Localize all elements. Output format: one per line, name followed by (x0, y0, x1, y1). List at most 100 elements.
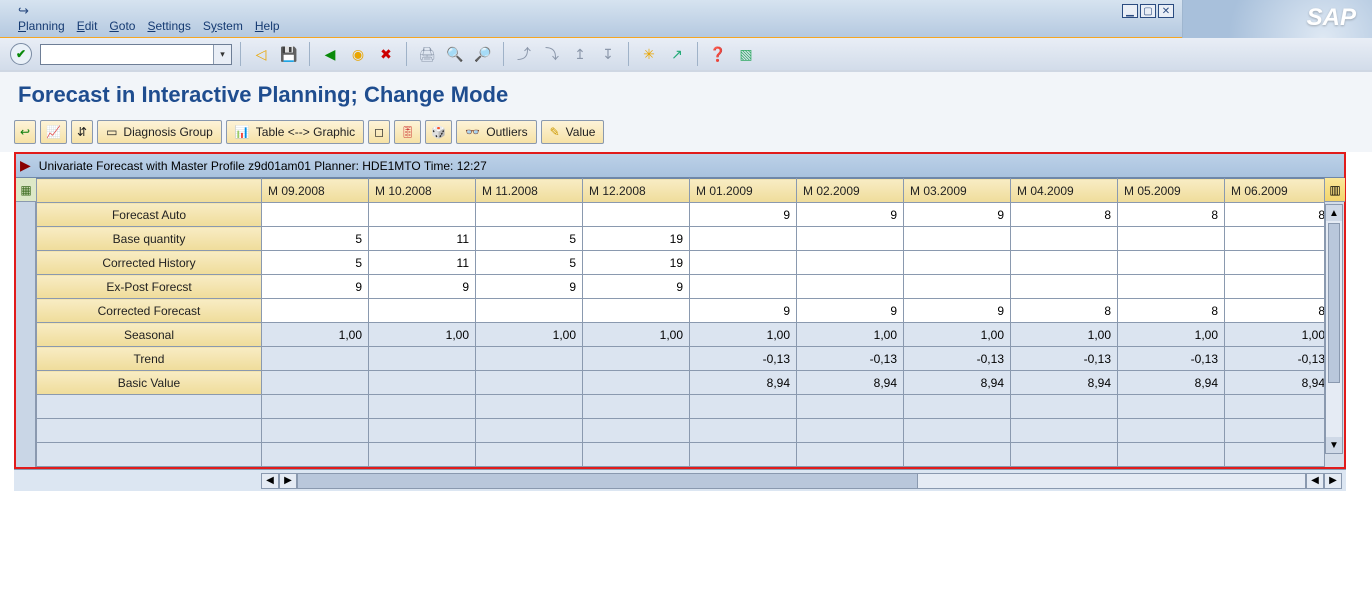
grid-cell[interactable]: 5 (476, 251, 583, 275)
row-header[interactable]: Trend (37, 347, 262, 371)
maximize-button[interactable]: ▢ (1140, 4, 1156, 18)
menu-planning[interactable]: Planning (18, 19, 65, 33)
row-header[interactable]: Seasonal (37, 323, 262, 347)
menu-system[interactable]: System (203, 19, 243, 33)
grid-cell[interactable] (797, 251, 904, 275)
value-button[interactable]: ✎ Value (541, 120, 605, 144)
grid-cell[interactable] (262, 371, 369, 395)
grid-cell[interactable]: 8 (1118, 299, 1225, 323)
close-button[interactable]: ✕ (1158, 4, 1174, 18)
nav-exit-icon[interactable]: ◉ (346, 43, 370, 65)
grid-cell[interactable] (797, 227, 904, 251)
grid-cell[interactable]: -0,13 (690, 347, 797, 371)
grid-cell[interactable] (476, 347, 583, 371)
grid-cell[interactable]: 8 (1011, 299, 1118, 323)
col-1[interactable]: M 10.2008 (369, 179, 476, 203)
grid-cell[interactable]: 9 (690, 299, 797, 323)
grid-cell[interactable]: 1,00 (1011, 323, 1118, 347)
grid-cell[interactable]: 1,00 (262, 323, 369, 347)
menu-settings[interactable]: Settings (147, 19, 190, 33)
grid-cell[interactable] (476, 203, 583, 227)
col-6[interactable]: M 03.2009 (904, 179, 1011, 203)
minimize-button[interactable]: ▁ (1122, 4, 1138, 18)
grid-cell[interactable]: -0,13 (797, 347, 904, 371)
outliers-button[interactable]: 👓 Outliers (456, 120, 536, 144)
nav-back-icon[interactable]: ◀ (318, 43, 342, 65)
grid-cell[interactable]: 9 (583, 275, 690, 299)
grid-cell[interactable]: 8,94 (1118, 371, 1225, 395)
grid-cell[interactable] (1011, 227, 1118, 251)
grid-cell[interactable] (1118, 251, 1225, 275)
select-all-button[interactable]: ▦ (16, 178, 36, 202)
grid-cell[interactable]: 19 (583, 227, 690, 251)
scroll-down-button[interactable]: ▼ (1326, 437, 1342, 453)
grid-cell[interactable]: 8 (1011, 203, 1118, 227)
command-field[interactable]: ▾ (40, 44, 232, 65)
menu-edit[interactable]: Edit (77, 19, 98, 33)
save-icon[interactable]: 💾 (277, 43, 301, 65)
grid-cell[interactable]: 1,00 (476, 323, 583, 347)
grid-cell[interactable] (583, 203, 690, 227)
params-button[interactable]: 🎚 (394, 120, 421, 144)
back-icon[interactable]: ◁ (249, 43, 273, 65)
grid-cell[interactable] (369, 299, 476, 323)
col-8[interactable]: M 05.2009 (1118, 179, 1225, 203)
grid-cell[interactable] (690, 251, 797, 275)
grid-cell[interactable]: -0,13 (1118, 347, 1225, 371)
grid-cell[interactable]: 1,00 (583, 323, 690, 347)
grid-cell[interactable]: 1,00 (904, 323, 1011, 347)
grid-cell[interactable]: 8 (1225, 299, 1325, 323)
grid-cell[interactable]: 11 (369, 227, 476, 251)
small-square-button[interactable]: ◻ (368, 120, 390, 144)
grid-cell[interactable]: 8,94 (904, 371, 1011, 395)
hscroll-thumb[interactable] (298, 474, 918, 488)
vertical-scrollbar[interactable]: ▲ ▼ (1325, 204, 1343, 454)
grid-cell[interactable]: 9 (904, 299, 1011, 323)
grid-cell[interactable] (1225, 275, 1325, 299)
grid-cell[interactable] (690, 275, 797, 299)
grid-cell[interactable]: 9 (369, 275, 476, 299)
diagnosis-button[interactable]: ▭ Diagnosis Group (97, 120, 222, 144)
grid-cell[interactable]: 9 (690, 203, 797, 227)
window-control-icon[interactable]: ↪ (18, 3, 29, 19)
table-graphic-button[interactable]: 📊 Table <--> Graphic (226, 120, 364, 144)
grid-cell[interactable] (904, 251, 1011, 275)
grid-cell[interactable]: -0,13 (1011, 347, 1118, 371)
menu-help[interactable]: Help (255, 19, 280, 33)
row-header[interactable]: Corrected Forecast (37, 299, 262, 323)
grid-cell[interactable]: 8 (1118, 203, 1225, 227)
col-7[interactable]: M 04.2009 (1011, 179, 1118, 203)
row-header[interactable]: Ex-Post Forecst (37, 275, 262, 299)
rowheader-blank[interactable] (37, 179, 262, 203)
help-icon[interactable]: ❓ (706, 43, 730, 65)
grid-cell[interactable]: 8 (1225, 203, 1325, 227)
row-header[interactable]: Basic Value (37, 371, 262, 395)
grid-cell[interactable]: 8,94 (1225, 371, 1325, 395)
grid-cell[interactable]: 1,00 (690, 323, 797, 347)
grid-cell[interactable]: 9 (476, 275, 583, 299)
grid-cell[interactable] (1011, 275, 1118, 299)
hscroll-left-fast[interactable]: ◀ (261, 473, 279, 489)
grid-cell[interactable]: -0,13 (904, 347, 1011, 371)
grid-cell[interactable]: 9 (797, 299, 904, 323)
dice-button[interactable]: 🎲 (425, 120, 452, 144)
grid-cell[interactable]: 8,94 (797, 371, 904, 395)
refresh-button[interactable]: ↩ (14, 120, 36, 144)
command-field-dropdown[interactable]: ▾ (213, 45, 231, 64)
nav-cancel-icon[interactable]: ✖ (374, 43, 398, 65)
hscroll-track[interactable] (297, 473, 1306, 489)
shortcut-icon[interactable]: ↗ (665, 43, 689, 65)
col-9[interactable]: M 06.2009 (1225, 179, 1325, 203)
tree-button[interactable]: ⇵ (71, 120, 93, 144)
grid-cell[interactable] (369, 371, 476, 395)
forecast-grid[interactable]: M 09.2008 M 10.2008 M 11.2008 M 12.2008 … (36, 178, 1324, 467)
grid-cell[interactable] (583, 299, 690, 323)
grid-cell[interactable] (583, 371, 690, 395)
grid-cell[interactable] (904, 275, 1011, 299)
grid-cell[interactable] (262, 347, 369, 371)
scroll-up-button[interactable]: ▲ (1326, 205, 1342, 221)
grid-cell[interactable] (1118, 275, 1225, 299)
grid-cell[interactable]: 9 (904, 203, 1011, 227)
grid-cell[interactable]: 1,00 (1118, 323, 1225, 347)
col-4[interactable]: M 01.2009 (690, 179, 797, 203)
